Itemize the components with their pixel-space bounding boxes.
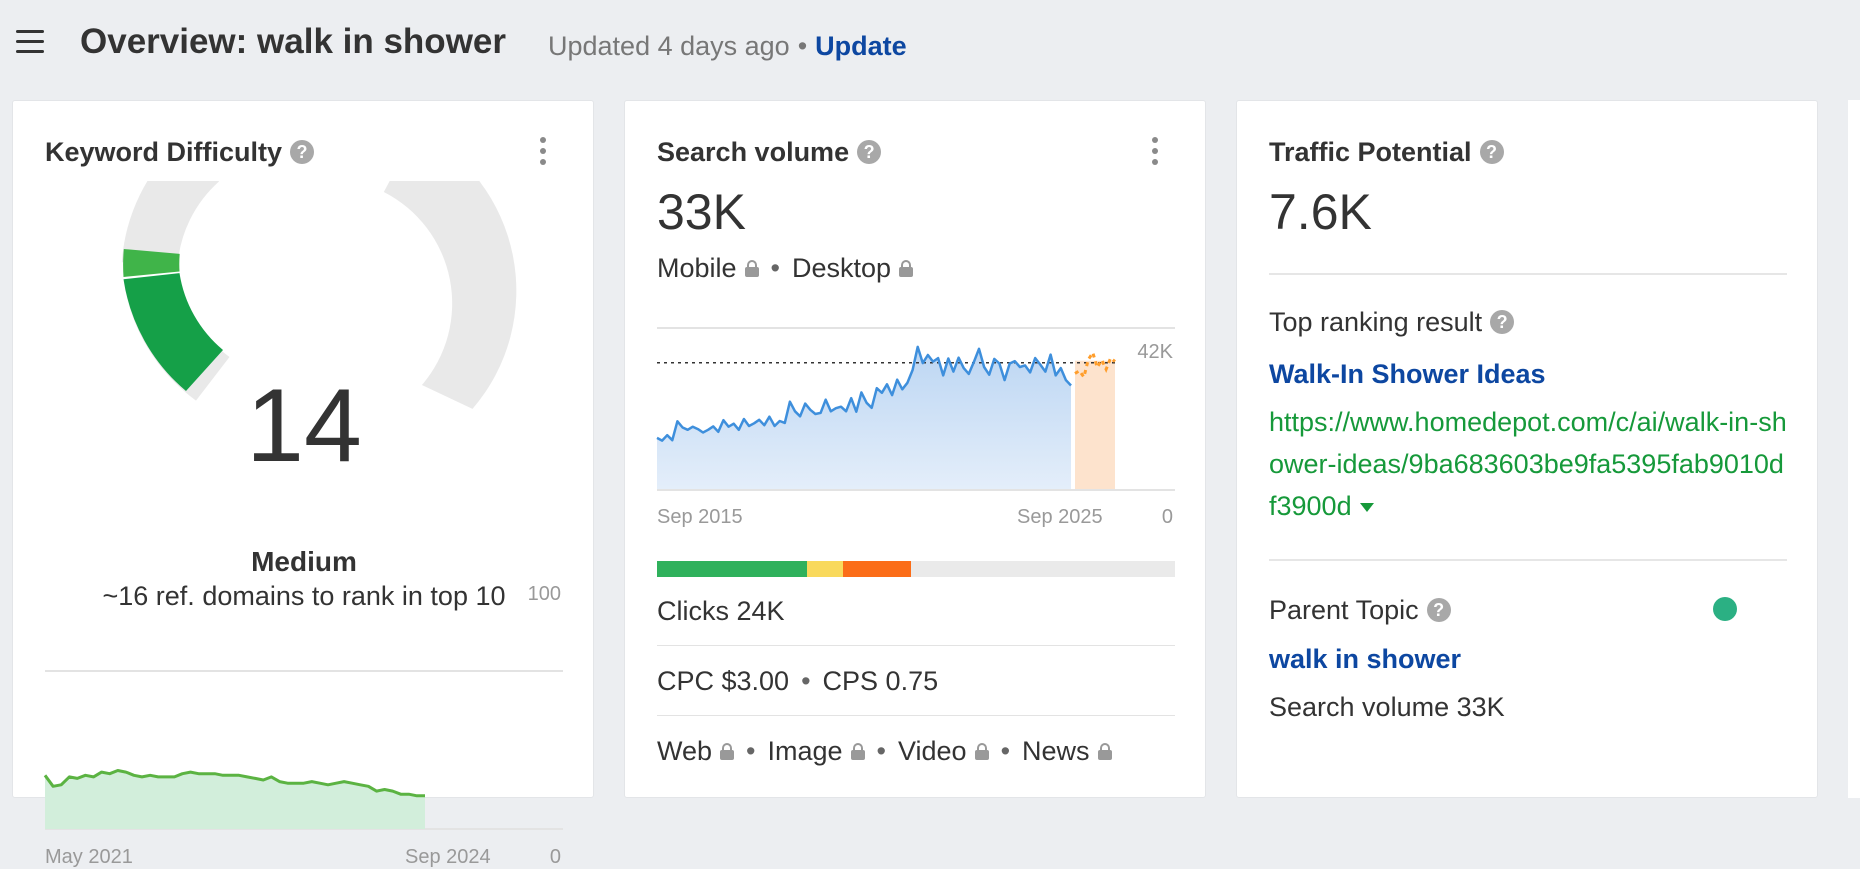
source-image: Image bbox=[767, 736, 843, 766]
keyword-difficulty-card: Keyword Difficulty? 14 Medium ~16 ref. d… bbox=[12, 100, 594, 868]
row-divider bbox=[657, 715, 1175, 716]
chart-y-min-label: 0 bbox=[1161, 506, 1173, 528]
parent-topic-label-text: Parent Topic bbox=[1269, 595, 1419, 625]
clicks-stat: Clicks 24K bbox=[657, 596, 785, 626]
separator-dot: • bbox=[801, 666, 811, 696]
lock-icon bbox=[744, 259, 759, 277]
top-result-url-link[interactable]: https://www.homedepot.com/c/ai/walk-in-s… bbox=[1269, 407, 1787, 521]
separator-dot: • bbox=[876, 736, 886, 766]
update-status: Updated 4 days ago • Update bbox=[548, 31, 907, 62]
lock-icon bbox=[720, 742, 735, 760]
difficulty-score: 14 bbox=[246, 368, 362, 484]
chart-x-end-label: Sep 2025 bbox=[1017, 506, 1103, 528]
chart-y-min-label: 0 bbox=[549, 846, 561, 868]
clicks-bar-no-clicks bbox=[843, 561, 911, 577]
more-options-icon[interactable] bbox=[538, 137, 548, 169]
status-indicator-dot bbox=[1713, 597, 1737, 621]
more-options-icon[interactable] bbox=[1150, 137, 1160, 169]
traffic-potential-value: 7.6K bbox=[1269, 184, 1372, 240]
traffic-potential-card: Traffic Potential? 7.6K Top ranking resu… bbox=[1236, 100, 1818, 798]
top-result-title-link[interactable]: Walk-In Shower Ideas bbox=[1269, 359, 1546, 390]
card-title: Traffic Potential? bbox=[1269, 137, 1504, 168]
parent-topic-link[interactable]: walk in shower bbox=[1269, 644, 1461, 675]
next-card-edge bbox=[1848, 100, 1860, 798]
parent-topic-volume: Search volume 33K bbox=[1269, 692, 1505, 722]
forecast-area bbox=[1075, 360, 1115, 490]
card-title: Keyword Difficulty? bbox=[45, 137, 315, 168]
help-icon[interactable]: ? bbox=[1426, 597, 1451, 622]
source-video: Video bbox=[897, 736, 967, 766]
updated-text: Updated 4 days ago bbox=[548, 31, 790, 61]
dropdown-caret-icon[interactable] bbox=[1359, 503, 1374, 513]
top-ranking-label: Top ranking result? bbox=[1269, 307, 1515, 338]
lock-icon bbox=[1097, 742, 1112, 760]
chart-x-start-label: Sep 2015 bbox=[657, 506, 743, 528]
top-ranking-result-label: Top ranking result bbox=[1269, 307, 1483, 337]
separator-dot: • bbox=[746, 736, 756, 766]
difficulty-history-chart bbox=[43, 670, 563, 830]
section-divider bbox=[1269, 559, 1787, 561]
update-link[interactable]: Update bbox=[815, 31, 907, 61]
source-news: News bbox=[1022, 736, 1090, 766]
separator-dot: • bbox=[797, 31, 808, 61]
device-desktop-label: Desktop bbox=[792, 253, 892, 283]
chart-x-start-label: May 2021 bbox=[45, 846, 133, 868]
clicks-bar-paid bbox=[807, 561, 843, 577]
chart-y-max-label: 100 bbox=[527, 583, 561, 605]
separator-dot: • bbox=[1000, 736, 1011, 766]
source-web: Web bbox=[657, 736, 713, 766]
help-icon[interactable]: ? bbox=[857, 139, 882, 164]
chart-x-end-label: Sep 2024 bbox=[405, 846, 491, 868]
device-breakdown: Mobile • Desktop bbox=[657, 253, 914, 284]
top-result-url: https://www.homedepot.com/c/ai/walk-in-s… bbox=[1269, 401, 1789, 527]
help-icon[interactable]: ? bbox=[1479, 139, 1504, 164]
lock-icon bbox=[974, 742, 989, 760]
cps-stat: CPS 0.75 bbox=[822, 666, 939, 696]
search-volume-title: Search volume bbox=[657, 137, 850, 167]
clicks-bar-organic bbox=[657, 561, 807, 577]
cpc-stat: CPC $3.00 bbox=[657, 666, 790, 696]
traffic-potential-title: Traffic Potential bbox=[1269, 137, 1472, 167]
menu-icon[interactable] bbox=[16, 30, 44, 54]
help-icon[interactable]: ? bbox=[290, 139, 315, 164]
page-title: Overview: walk in shower bbox=[80, 22, 506, 61]
cost-metrics: CPC $3.00 • CPS 0.75 bbox=[657, 666, 938, 697]
lock-icon bbox=[899, 259, 914, 277]
parent-topic-label: Parent Topic? bbox=[1269, 595, 1451, 626]
gauge-filled-upper bbox=[123, 249, 180, 277]
chart-y-max-label: 42K bbox=[1137, 341, 1173, 363]
search-volume-card: Search volume? 33K Mobile • Desktop 42K 0 … bbox=[624, 100, 1206, 798]
section-divider bbox=[1269, 273, 1787, 275]
card-title: Search volume? bbox=[657, 137, 882, 168]
search-sources: Web • Image • Video • News bbox=[657, 736, 1112, 767]
clicks-distribution-bar bbox=[657, 561, 1175, 577]
search-volume-chart bbox=[656, 327, 1175, 491]
top-bar: Overview: walk in shower Updated 4 days … bbox=[0, 0, 1860, 92]
keyword-difficulty-title: Keyword Difficulty bbox=[45, 137, 283, 167]
search-volume-value: 33K bbox=[657, 184, 746, 240]
help-icon[interactable]: ? bbox=[1490, 309, 1515, 334]
lock-icon bbox=[850, 742, 865, 760]
difficulty-area-fill bbox=[45, 770, 425, 829]
device-mobile-label: Mobile bbox=[657, 253, 737, 283]
separator-dot: • bbox=[770, 253, 780, 283]
row-divider bbox=[657, 645, 1175, 646]
